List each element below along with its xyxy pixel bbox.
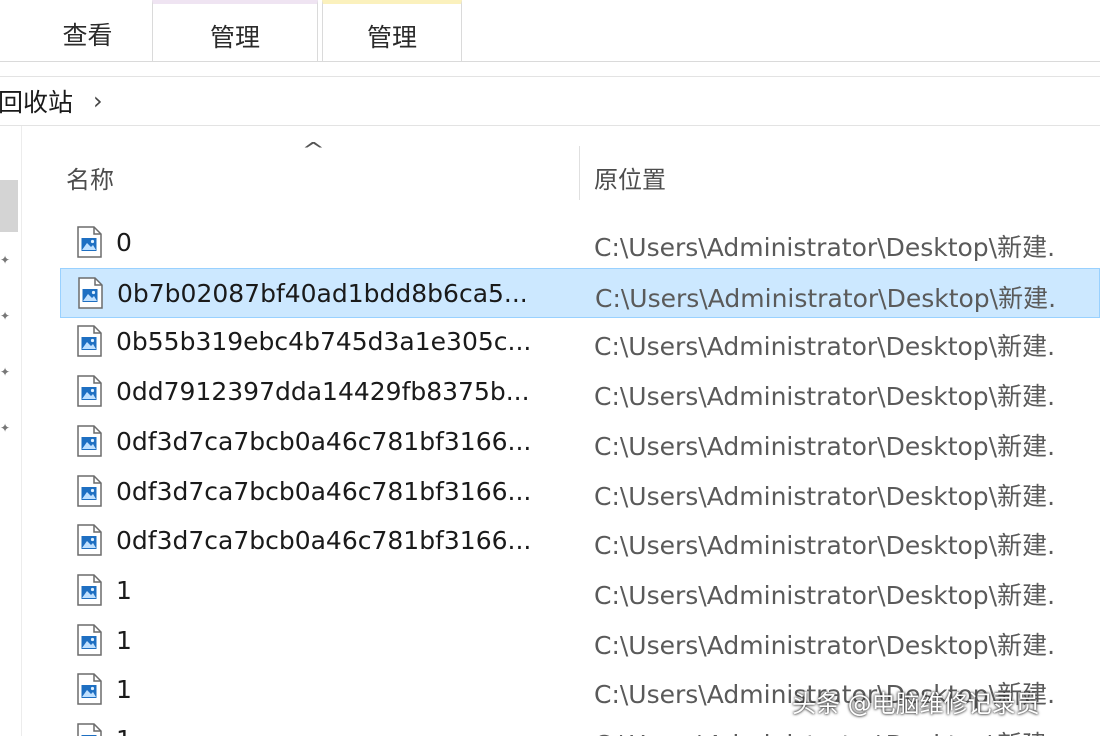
file-name: 1 [116, 725, 132, 736]
pin-icon: ✦ [0, 253, 11, 267]
file-original-location: C:\Users\Administrator\Desktop\新建. [594, 725, 1055, 736]
file-row[interactable]: 1 C:\Users\Administrator\Desktop\新建. [60, 616, 1100, 666]
file-name: 0df3d7ca7bcb0a46c781bf3166... [116, 526, 532, 556]
watermark: 头条 @电脑维修记录员 [792, 690, 1040, 718]
column-divider[interactable] [579, 146, 580, 200]
file-row[interactable]: 0dd7912397dda14429fb8375b... C:\Users\Adm… [60, 367, 1100, 417]
file-name: 0dd7912397dda14429fb8375b... [116, 377, 530, 407]
image-file-icon [76, 623, 102, 656]
file-name: 0df3d7ca7bcb0a46c781bf3166... [116, 426, 532, 456]
file-name: 0 [116, 228, 132, 257]
file-row[interactable]: 0b7b02087bf40ad1bdd8b6ca5... C:\Users\Adm… [60, 267, 1100, 318]
file-row[interactable]: 0df3d7ca7bcb0a46c781bf3166... C:\Users\Ad… [60, 417, 1100, 467]
file-name: 0b7b02087bf40ad1bdd8b6ca5... [117, 278, 528, 308]
chevron-right-icon[interactable]: › [93, 87, 103, 115]
image-file-icon [76, 375, 102, 407]
file-original-location: C:\Users\Administrator\Desktop\新建. [594, 382, 1056, 412]
image-file-icon [77, 276, 103, 309]
pin-icon: ✦ [0, 309, 11, 323]
address-bar[interactable]: 回收站 › [0, 76, 1100, 126]
file-original-location: C:\Users\Administrator\Desktop\新建. [594, 332, 1056, 362]
navigation-pane[interactable]: ✦ ✦ ✦ ✦ [0, 126, 22, 736]
column-header-name[interactable]: 名称 [66, 160, 114, 195]
image-file-icon [76, 673, 102, 706]
image-file-icon [76, 723, 102, 736]
file-original-location: C:\Users\Administrator\Desktop\新建. [594, 431, 1056, 461]
file-original-location: C:\Users\Administrator\Desktop\新建. [594, 481, 1056, 511]
tab-view[interactable]: 查看 [40, 0, 135, 62]
file-row[interactable]: 0 C:\Users\Administrator\Desktop\新建. [60, 218, 1100, 268]
tab-manage-1[interactable]: 管理 [152, 0, 318, 62]
file-row[interactable]: 0df3d7ca7bcb0a46c781bf3166... C:\Users\Ad… [60, 467, 1100, 517]
image-file-icon [76, 474, 102, 507]
file-row[interactable]: 0b55b319ebc4b745d3a1e305c... C:\Users\Adm… [60, 317, 1100, 367]
ribbon: 查看 管理 管理 [0, 0, 1100, 62]
image-file-icon [76, 425, 102, 457]
file-name: 1 [116, 625, 132, 655]
file-name: 0df3d7ca7bcb0a46c781bf3166... [116, 476, 532, 506]
image-file-icon [76, 524, 102, 556]
nav-scrollbar-thumb[interactable] [0, 180, 18, 232]
pin-icon: ✦ [0, 365, 11, 379]
image-file-icon [76, 574, 102, 606]
file-original-location: C:\Users\Administrator\Desktop\新建. [594, 233, 1056, 262]
column-header-original-location[interactable]: 原位置 [594, 160, 666, 195]
file-original-location: C:\Users\Administrator\Desktop\新建. [594, 630, 1056, 660]
file-original-location: C:\Users\Administrator\Desktop\新建. [595, 283, 1057, 313]
file-name: 1 [116, 675, 132, 705]
file-row[interactable]: 1 C:\Users\Administrator\Desktop\新建. [60, 566, 1100, 616]
image-file-icon [76, 226, 102, 258]
breadcrumb-recycle-bin[interactable]: 回收站 [0, 83, 73, 119]
file-original-location: C:\Users\Administrator\Desktop\新建. [594, 580, 1056, 610]
image-file-icon [76, 325, 102, 358]
file-name: 0b55b319ebc4b745d3a1e305c... [116, 327, 532, 357]
file-name: 1 [116, 575, 132, 605]
sort-ascending-icon: ^ [301, 138, 326, 162]
file-original-location: C:\Users\Administrator\Desktop\新建. [594, 531, 1056, 561]
pin-icon: ✦ [0, 421, 11, 435]
tab-manage-2[interactable]: 管理 [322, 0, 462, 62]
file-row[interactable]: 0df3d7ca7bcb0a46c781bf3166... C:\Users\Ad… [60, 516, 1100, 566]
